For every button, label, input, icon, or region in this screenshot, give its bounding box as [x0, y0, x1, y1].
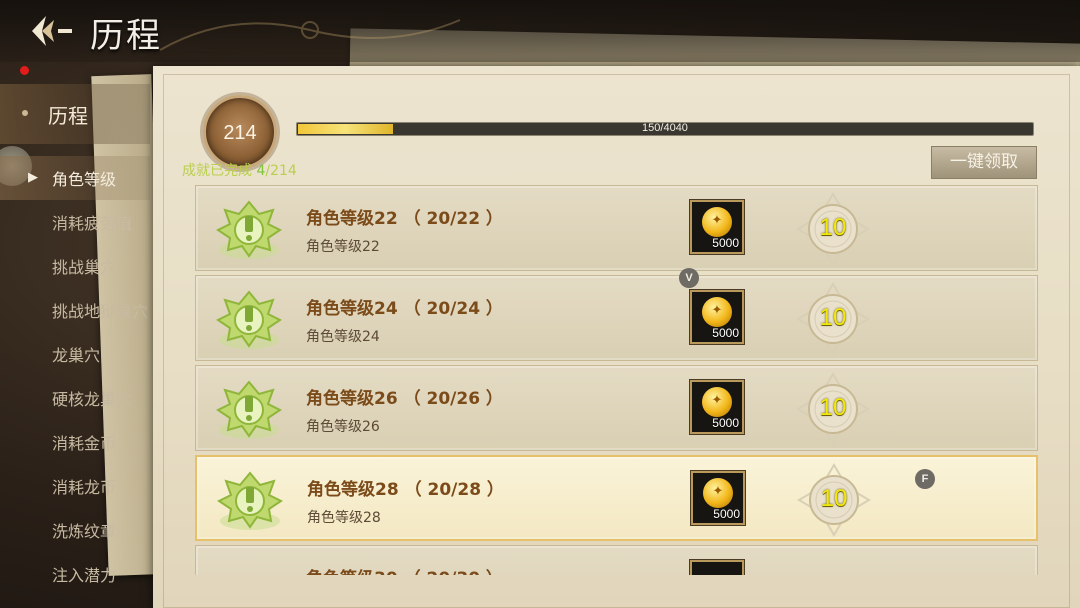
sidebar-item-nest[interactable]: 挑战巢穴 — [0, 244, 150, 288]
sidebar-item-label: 角色等级 — [52, 170, 117, 189]
sidebar-item-emblem-refine[interactable]: 洗炼纹章 — [0, 508, 150, 552]
notification-dot — [20, 66, 29, 75]
alert-emblem-icon — [211, 467, 289, 533]
sidebar-item-label: 注入潜力 — [52, 566, 117, 585]
gold-coin-icon: ✦ — [703, 478, 733, 508]
alert-emblem-icon — [210, 376, 288, 442]
sidebar-item-label: 消耗金币 — [52, 434, 117, 453]
reward-quantity: 5000 — [712, 236, 739, 250]
points-emblem: 10 — [796, 372, 870, 446]
reward-quantity: 5000 — [713, 507, 740, 521]
points-progress-bar: 150/4040 — [296, 122, 1034, 136]
sidebar-item-label: 龙巢穴 — [52, 346, 101, 365]
reward-item[interactable]: ✦ 5000 — [690, 380, 744, 434]
sidebar-item-gold-spend[interactable]: 消耗金币 — [0, 420, 150, 464]
sidebar-item-hardcore-dragon-nest[interactable]: 硬核龙巢穴 — [0, 376, 150, 420]
sidebar-item-label: 消耗龙币 — [52, 478, 117, 497]
table-row[interactable]: 角色等级22 （ 20/22 ） 角色等级22 ✦ 5000 10 — [195, 185, 1038, 271]
sidebar: 历程 ▶ 角色等级 消耗疲劳值 挑战巢穴 挑战地狱巢穴 龙巢穴 硬核龙巢穴 消耗… — [0, 66, 160, 608]
reward-item[interactable]: ✦ 5000 — [690, 290, 744, 344]
sidebar-item-label: 挑战地狱巢穴 — [52, 302, 149, 321]
sidebar-item-label: 硬核龙巢穴 — [52, 390, 133, 409]
achievement-title: 角色等级30 （ 20/30 ） — [306, 564, 503, 575]
table-row[interactable]: 角色等级24 （ 20/24 ） 角色等级24 ✦ 5000 10 — [195, 275, 1038, 361]
achievement-title: 角色等级22 （ 20/22 ） — [306, 209, 503, 229]
f-badge: F — [915, 469, 935, 489]
table-row[interactable]: 角色等级30 （ 20/30 ） — [195, 545, 1038, 575]
bullet-icon — [22, 110, 28, 116]
achievement-title: 角色等级28 （ 20/28 ） — [307, 480, 504, 500]
achievement-title: 角色等级26 （ 20/26 ） — [306, 389, 503, 409]
completed-label: 成就已完成 — [182, 163, 252, 179]
selected-arrow-icon: ▶ — [28, 170, 38, 185]
achievement-desc: 角色等级22 — [306, 239, 380, 255]
achievement-row-partial: 角色等级30 （ 20/30 ） — [195, 545, 1038, 575]
page-title: 历程 — [90, 16, 162, 56]
achievement-points-value: 10 — [820, 485, 848, 512]
sidebar-item-dragon-nest[interactable]: 龙巢穴 — [0, 332, 150, 376]
completed-summary: 成就已完成 4/214 — [182, 163, 297, 179]
achievement-desc: 角色等级26 — [306, 419, 380, 435]
reward-item[interactable]: ✦ 5000 — [690, 200, 744, 254]
points-emblem: 10 — [796, 282, 870, 356]
completed-total: 214 — [270, 163, 297, 179]
alert-emblem-icon — [210, 286, 288, 352]
achievement-points-value: 10 — [819, 304, 847, 331]
sidebar-item-potential-inject[interactable]: 注入潜力 — [0, 552, 150, 596]
back-arrow-icon — [32, 16, 72, 46]
back-button[interactable] — [28, 12, 78, 50]
achievement-desc: 角色等级28 — [307, 510, 381, 526]
points-emblem: 10 — [797, 463, 871, 537]
gold-coin-icon: ✦ — [702, 207, 732, 237]
sidebar-item-label: 挑战巢穴 — [52, 258, 117, 277]
table-row[interactable]: 角色等级26 （ 20/26 ） 角色等级26 ✦ 5000 10 — [195, 365, 1038, 451]
v-badge: V — [679, 268, 699, 288]
achievement-title: 角色等级24 （ 20/24 ） — [306, 299, 503, 319]
claim-all-button[interactable]: 一键领取 — [931, 146, 1037, 179]
sidebar-item-dragon-coin-spend[interactable]: 消耗龙币 — [0, 464, 150, 508]
gold-coin-icon: ✦ — [702, 387, 732, 417]
achievement-points-value: 10 — [819, 394, 847, 421]
progress-text: 150/4040 — [642, 122, 688, 134]
sidebar-item-character-level[interactable]: ▶ 角色等级 — [0, 156, 150, 200]
sidebar-list: ▶ 角色等级 消耗疲劳值 挑战巢穴 挑战地狱巢穴 龙巢穴 硬核龙巢穴 消耗金币 … — [0, 156, 150, 596]
reward-item[interactable] — [690, 560, 744, 575]
alert-emblem-icon — [210, 196, 288, 262]
sidebar-category-label: 历程 — [48, 104, 88, 128]
sidebar-item-label: 洗炼纹章 — [52, 522, 117, 541]
sidebar-item-label: 消耗疲劳值 — [52, 214, 133, 233]
achievement-desc: 角色等级24 — [306, 329, 380, 345]
sidebar-item-hell-nest[interactable]: 挑战地狱巢穴 — [0, 288, 150, 332]
header-bar: 历程 — [0, 0, 1080, 62]
achievement-list: 角色等级22 （ 20/22 ） 角色等级22 ✦ 5000 10 角色等级24… — [195, 185, 1038, 569]
table-row[interactable]: 角色等级28 （ 20/28 ） 角色等级28 ✦ 5000 10 — [195, 455, 1038, 541]
header-ornament — [159, 19, 461, 51]
sidebar-category[interactable]: 历程 — [0, 84, 150, 144]
achievement-points-medal: 214 — [203, 95, 277, 169]
reward-item[interactable]: ✦ 5000 — [691, 471, 745, 525]
achievement-points-value: 10 — [819, 214, 847, 241]
points-emblem: 10 — [796, 192, 870, 266]
reward-quantity: 5000 — [712, 416, 739, 430]
achievement-points: 214 — [223, 122, 257, 144]
sidebar-item-fatigue[interactable]: 消耗疲劳值 — [0, 200, 150, 244]
reward-quantity: 5000 — [712, 326, 739, 340]
gold-coin-icon: ✦ — [702, 297, 732, 327]
